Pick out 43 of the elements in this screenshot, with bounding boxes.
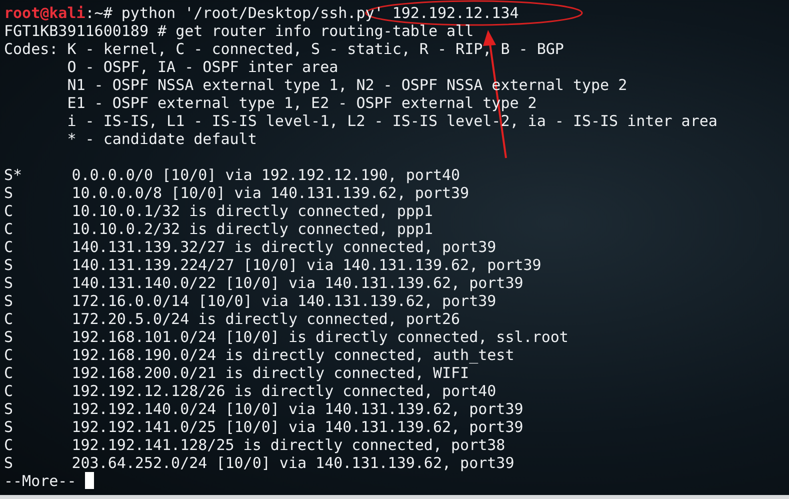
route-entry: 192.192.141.0/25 [10/0] via 140.131.139.62, port39 — [72, 418, 524, 436]
prompt-user-host: root@kali — [4, 4, 86, 22]
route-code: C — [4, 346, 14, 364]
route-entry: 140.131.140.0/22 [10/0] via 140.131.139.62, port39 — [72, 274, 524, 292]
prompt-suffix: :~# — [85, 4, 114, 22]
route-entry: 172.16.0.0/14 [10/0] via 140.131.139.62, port39 — [72, 292, 496, 310]
route-code: S — [4, 256, 14, 274]
route-code: C — [4, 382, 14, 400]
route-code: S — [4, 274, 14, 292]
route-entry: 0.0.0.0/0 [10/0] via 192.192.12.190, port40 — [72, 166, 460, 184]
output-line: O - OSPF, IA - OSPF inter area — [66, 58, 338, 76]
route-entry: 172.20.5.0/24 is directly connected, port26 — [72, 310, 460, 328]
route-code: C — [4, 364, 14, 382]
pager-prompt: --More-- — [4, 472, 78, 490]
route-code: C — [4, 436, 14, 454]
route-code: S — [4, 454, 14, 472]
command-argument: 192.192.12.134 — [392, 4, 519, 22]
route-entry: 192.168.200.0/21 is directly connected, WIFI — [72, 364, 470, 382]
route-entry: 10.0.0.0/8 [10/0] via 140.131.139.62, port39 — [72, 184, 470, 202]
output-line: * - candidate default — [66, 130, 257, 148]
route-entry: 192.192.141.128/25 is directly connected, port38 — [72, 436, 506, 454]
route-entry: 203.64.252.0/24 [10/0] via 140.131.139.62, port39 — [72, 454, 514, 472]
output-line: FGT1KB3911600189 # get router info routing-table all — [4, 22, 474, 40]
route-entry: 192.192.140.0/24 [10/0] via 140.131.139.62, port39 — [72, 400, 524, 418]
route-code: S — [4, 418, 14, 436]
route-code: S — [4, 292, 14, 310]
output-line: Codes: K - kernel, C - connected, S - static, R - RIP, B - BGP — [4, 40, 564, 58]
route-code: S* — [4, 166, 24, 184]
route-entry: 10.10.0.1/32 is directly connected, ppp1 — [72, 202, 433, 220]
route-code: C — [4, 220, 14, 238]
text-cursor — [85, 472, 94, 489]
route-entry: 192.192.12.128/26 is directly connected, port40 — [72, 382, 496, 400]
route-code: S — [4, 328, 14, 346]
route-entry: 192.168.101.0/24 [10/0] is directly connected, ssl.root — [72, 328, 568, 346]
route-code: S — [4, 184, 14, 202]
route-code: S — [4, 400, 14, 418]
route-code: C — [4, 310, 14, 328]
route-code: C — [4, 238, 14, 256]
route-code: C — [4, 202, 14, 220]
route-entry: 140.131.139.32/27 is directly connected, port39 — [72, 238, 496, 256]
route-entry: 192.168.190.0/24 is directly connected, auth_test — [72, 346, 514, 364]
route-entry: 140.131.139.224/27 [10/0] via 140.131.139.62, port39 — [72, 256, 542, 274]
route-entry: 10.10.0.2/32 is directly connected, ppp1 — [72, 220, 433, 238]
